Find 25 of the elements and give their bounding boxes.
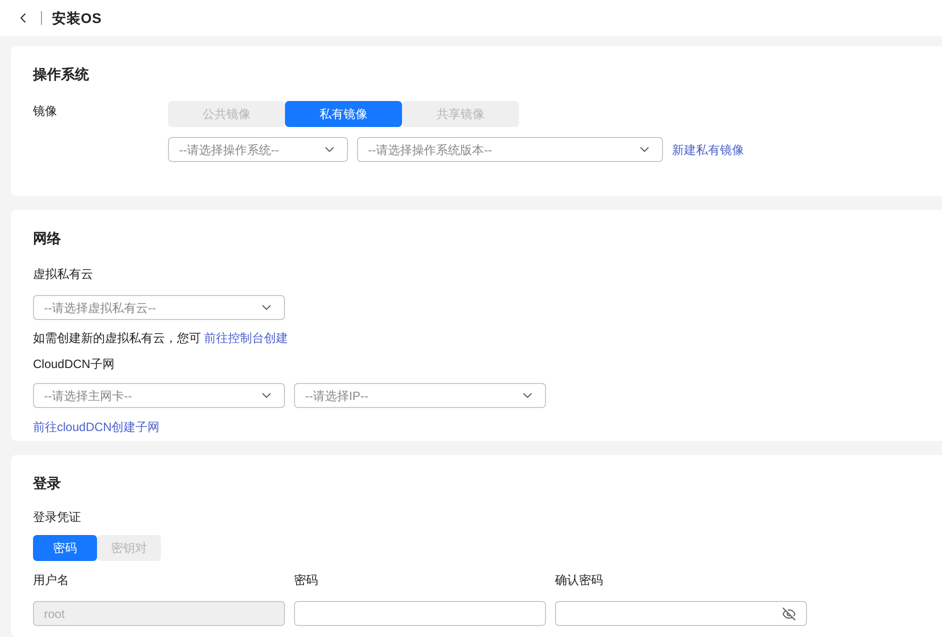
- create-image-link[interactable]: 新建私有镜像: [672, 140, 744, 158]
- segment-tab[interactable]: 私有镜像: [285, 101, 402, 127]
- create-subnet-link[interactable]: 前往cloudDCN创建子网: [33, 418, 160, 436]
- page-title: 安装OS: [52, 8, 102, 28]
- select-field[interactable]: --请选择虚拟私有云--: [33, 295, 285, 320]
- console-link[interactable]: 前往控制台创建: [204, 329, 288, 347]
- section-title: 登录: [33, 474, 62, 493]
- field-label: CloudDCN子网: [33, 356, 116, 373]
- section-title: 操作系统: [33, 65, 90, 84]
- segment-tab[interactable]: 密码: [33, 535, 97, 561]
- input-field[interactable]: [294, 601, 546, 626]
- password-field[interactable]: [555, 601, 807, 626]
- field-label: 密码: [294, 572, 319, 589]
- select-field[interactable]: --请选择IP--: [294, 383, 546, 408]
- field-label: 虚拟私有云: [33, 266, 94, 283]
- field-label: 登录凭证: [33, 509, 82, 526]
- select-field[interactable]: --请选择操作系统--: [168, 137, 348, 162]
- hint-text: 如需创建新的虚拟私有云，您可: [33, 330, 201, 347]
- section-title: 网络: [33, 229, 62, 248]
- select-field[interactable]: --请选择操作系统版本--: [357, 137, 663, 162]
- field-label: 用户名: [33, 572, 70, 589]
- select-field[interactable]: --请选择主网卡--: [33, 383, 285, 408]
- hide-password-icon[interactable]: [782, 606, 796, 620]
- field-label: 镜像: [33, 103, 58, 120]
- field-label: 确认密码: [555, 572, 604, 589]
